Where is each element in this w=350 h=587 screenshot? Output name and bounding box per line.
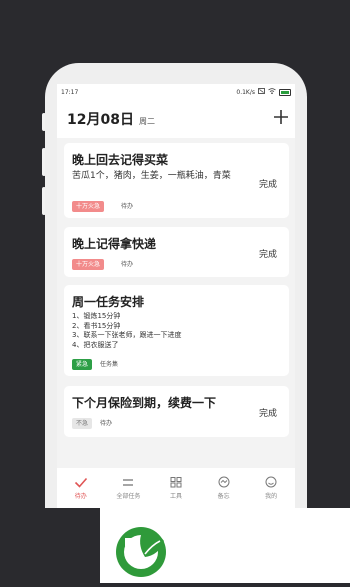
priority-tag: 不急 <box>72 418 93 429</box>
task-card[interactable]: 周一任务安排 1、锻炼15分钟 2、看书15分钟 3、联系一下张老师，跟进一下进… <box>64 285 289 376</box>
tab-label: 我的 <box>265 493 278 500</box>
task-status: 待办 <box>121 261 134 268</box>
app-screen: 17:17 0.1K/s 12月08日 周二 晚上回去记得买菜 苦瓜1个，猪肉，… <box>57 84 295 508</box>
grid-icon <box>170 476 182 488</box>
tab-all-tasks[interactable]: 全部任务 <box>105 468 153 508</box>
task-description-line: 2、看书15分钟 <box>72 321 121 330</box>
tab-todo[interactable]: 待办 <box>57 468 105 508</box>
tab-tools[interactable]: 工具 <box>152 468 200 508</box>
app-header: 12月08日 周二 <box>57 100 295 138</box>
date-text: 12月08日 <box>67 112 134 128</box>
priority-tag: 紧急 <box>72 359 93 370</box>
task-description-line: 3、联系一下张老师，跟进一下进度 <box>72 331 182 339</box>
leaf-logo-icon <box>101 527 201 587</box>
page-bottom-left-dark <box>0 508 100 583</box>
tab-memo[interactable]: 备忘 <box>200 468 248 508</box>
status-indicators: 0.1K/s <box>236 88 291 96</box>
date-display: 12月08日 周二 <box>67 109 155 129</box>
task-status: 任务集 <box>100 361 119 368</box>
app-logo <box>101 508 201 583</box>
network-speed: 0.1K/s <box>236 88 255 96</box>
tab-label: 待办 <box>74 492 87 500</box>
task-card[interactable]: 晚上记得拿快递 十万火急 待办 完成 <box>64 227 289 277</box>
tab-profile[interactable]: 我的 <box>247 468 295 508</box>
task-card[interactable]: 晚上回去记得买菜 苦瓜1个，猪肉，生姜，一瓶耗油，青菜 十万火急 待办 完成 <box>64 143 289 218</box>
task-title: 晚上记得拿快递 <box>72 237 157 251</box>
status-time: 17:17 <box>61 88 79 96</box>
complete-button[interactable]: 完成 <box>259 406 277 419</box>
profile-icon <box>265 476 277 488</box>
task-title: 晚上回去记得买菜 <box>72 153 169 167</box>
sim-icon <box>258 88 265 96</box>
task-title: 周一任务安排 <box>72 295 145 309</box>
task-description-line: 1、锻炼15分钟 <box>72 312 121 320</box>
tab-label: 全部任务 <box>116 492 141 500</box>
task-status: 待办 <box>121 203 134 210</box>
tab-label: 备忘 <box>217 493 230 500</box>
priority-tag: 十万火急 <box>72 259 105 270</box>
complete-button[interactable]: 完成 <box>259 177 277 190</box>
plus-icon[interactable] <box>273 108 289 130</box>
check-icon <box>74 477 88 488</box>
phone-frame: 17:17 0.1K/s 12月08日 周二 晚上回去记得买菜 苦瓜1个，猪肉，… <box>45 63 307 508</box>
list-icon <box>121 477 135 488</box>
memo-icon <box>218 476 230 488</box>
weekday-text: 周二 <box>138 117 155 126</box>
task-description: 苦瓜1个，猪肉，生姜，一瓶耗油，青菜 <box>72 171 231 181</box>
task-title: 下个月保险到期，续费一下 <box>72 396 217 410</box>
status-bar: 17:17 0.1K/s <box>57 84 295 100</box>
task-description-line: 4、把衣服送了 <box>72 340 119 349</box>
priority-tag: 十万火急 <box>72 201 105 212</box>
complete-button[interactable]: 完成 <box>259 247 277 260</box>
task-status: 待办 <box>100 420 113 427</box>
wifi-icon <box>268 88 276 96</box>
battery-icon <box>279 88 291 96</box>
tab-label: 工具 <box>169 492 182 500</box>
bottom-tab-bar: 待办 全部任务 工具 备忘 我的 <box>57 468 295 508</box>
task-card[interactable]: 下个月保险到期，续费一下 不急 待办 完成 <box>64 386 289 437</box>
